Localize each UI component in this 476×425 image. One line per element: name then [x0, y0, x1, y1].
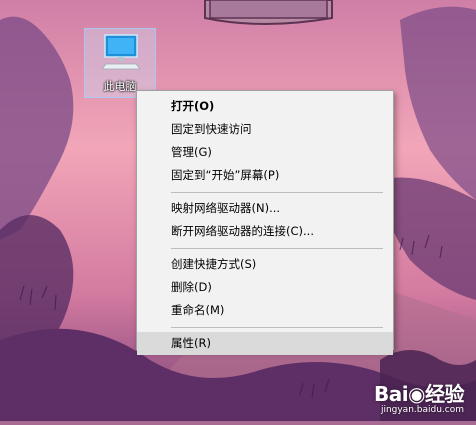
menu-item[interactable]: 属性(R) — [137, 332, 393, 355]
watermark-url: jingyan.baidu.com — [380, 405, 464, 415]
baidu-jingyan-watermark: Bai◉经验 jingyan.baidu.com — [373, 378, 465, 415]
context-menu: 打开(O) 固定到快速访问 管理(G) 固定到“开始”屏幕(P) 映射网络驱动器(N).… — [136, 90, 394, 355]
computer-icon — [101, 33, 141, 77]
menu-separator — [171, 192, 383, 193]
menu-item[interactable]: 删除(D) — [137, 276, 393, 299]
menu-item[interactable]: 创建快捷方式(S) — [137, 253, 393, 276]
this-pc-desktop-icon[interactable]: 此电脑 — [84, 28, 156, 98]
menu-separator — [171, 248, 383, 249]
menu-separator — [171, 327, 383, 328]
menu-item[interactable]: 管理(G) — [137, 141, 393, 164]
menu-item[interactable]: 打开(O) — [137, 95, 393, 118]
menu-item[interactable]: 固定到“开始”屏幕(P) — [137, 164, 393, 187]
menu-item[interactable]: 固定到快速访问 — [137, 118, 393, 141]
watermark-logo: Bai◉经验 — [373, 382, 465, 406]
menu-item[interactable]: 重命名(M) — [137, 299, 393, 322]
menu-item[interactable]: 映射网络驱动器(N)... — [137, 197, 393, 220]
menu-item[interactable]: 断开网络驱动器的连接(C)... — [137, 220, 393, 243]
